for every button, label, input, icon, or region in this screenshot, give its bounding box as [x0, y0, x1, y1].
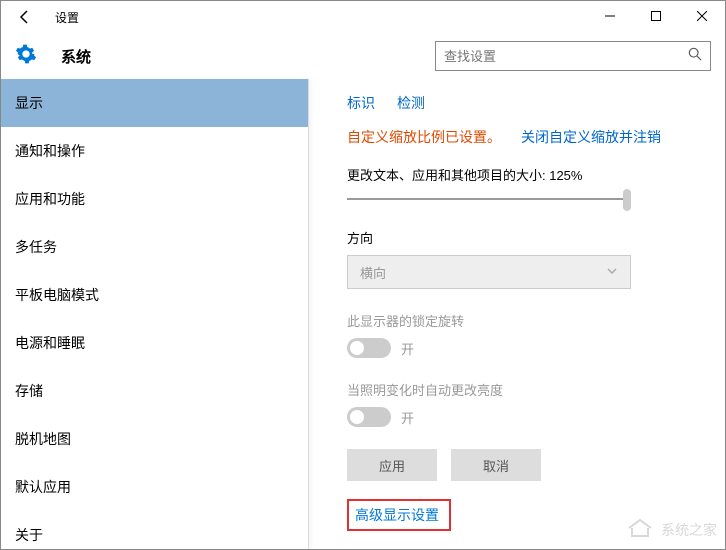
sidebar-item-maps[interactable]: 脱机地图: [1, 415, 308, 463]
search-icon: [688, 47, 702, 66]
sidebar-item-label: 存储: [15, 381, 43, 401]
auto-brightness-state: 开: [401, 408, 414, 427]
sidebar-item-label: 应用和功能: [15, 189, 85, 209]
turn-off-custom-scale-link[interactable]: 关闭自定义缩放并注销: [521, 127, 661, 147]
toggle-knob: [350, 410, 364, 424]
sidebar-item-label: 多任务: [15, 237, 57, 257]
minimize-button[interactable]: [587, 1, 633, 31]
cancel-button[interactable]: 取消: [451, 449, 541, 481]
back-button[interactable]: [13, 5, 37, 29]
sidebar-item-label: 平板电脑模式: [15, 285, 99, 305]
maximize-icon: [651, 11, 661, 21]
sidebar-item-notifications[interactable]: 通知和操作: [1, 127, 308, 175]
window-title: 设置: [55, 9, 79, 26]
sidebar-item-default-apps[interactable]: 默认应用: [1, 463, 308, 511]
orientation-value: 横向: [360, 263, 386, 282]
apply-button[interactable]: 应用: [347, 449, 437, 481]
chevron-down-icon: [606, 265, 618, 280]
slider-thumb[interactable]: [623, 189, 631, 211]
sidebar-item-display[interactable]: 显示: [1, 79, 308, 127]
identify-link[interactable]: 标识: [347, 93, 375, 113]
advanced-display-settings-link[interactable]: 高级显示设置: [355, 505, 439, 525]
sidebar-item-multitask[interactable]: 多任务: [1, 223, 308, 271]
auto-brightness-label: 当照明变化时自动更改亮度: [347, 380, 697, 399]
sidebar-item-power[interactable]: 电源和睡眠: [1, 319, 308, 367]
search-input[interactable]: [444, 49, 688, 64]
close-button[interactable]: [679, 1, 725, 31]
gear-icon: [15, 43, 37, 70]
orientation-label: 方向: [347, 228, 697, 247]
sidebar-item-label: 通知和操作: [15, 141, 85, 161]
close-icon: [697, 11, 707, 21]
advanced-link-highlight: 高级显示设置: [347, 499, 451, 531]
scale-label: 更改文本、应用和其他项目的大小: 125%: [347, 165, 697, 184]
custom-scale-warning: 自定义缩放比例已设置。: [347, 127, 501, 147]
sidebar-item-label: 默认应用: [15, 477, 71, 497]
sidebar-item-storage[interactable]: 存储: [1, 367, 308, 415]
sidebar-item-about[interactable]: 关于: [1, 511, 308, 549]
sidebar-item-label: 电源和睡眠: [15, 333, 85, 353]
sidebar-item-tablet[interactable]: 平板电脑模式: [1, 271, 308, 319]
search-box[interactable]: [435, 41, 711, 71]
auto-brightness-toggle[interactable]: [347, 407, 391, 427]
main-panel: 标识 检测 自定义缩放比例已设置。 关闭自定义缩放并注销 更改文本、应用和其他项…: [309, 79, 725, 549]
page-title: 系统: [61, 46, 91, 67]
toggle-knob: [350, 341, 364, 355]
arrow-left-icon: [17, 9, 33, 25]
sidebar: 显示 通知和操作 应用和功能 多任务 平板电脑模式 电源和睡眠 存储 脱机地图 …: [1, 79, 309, 549]
sidebar-item-label: 显示: [15, 93, 43, 113]
lock-rotation-state: 开: [401, 339, 414, 358]
orientation-dropdown[interactable]: 横向: [347, 255, 631, 289]
maximize-button[interactable]: [633, 1, 679, 31]
lock-rotation-label: 此显示器的锁定旋转: [347, 311, 697, 330]
minimize-icon: [605, 11, 615, 21]
detect-link[interactable]: 检测: [397, 93, 425, 113]
scale-slider[interactable]: [347, 198, 631, 200]
sidebar-item-label: 脱机地图: [15, 429, 71, 449]
sidebar-item-apps[interactable]: 应用和功能: [1, 175, 308, 223]
sidebar-item-label: 关于: [15, 525, 43, 545]
lock-rotation-toggle[interactable]: [347, 338, 391, 358]
